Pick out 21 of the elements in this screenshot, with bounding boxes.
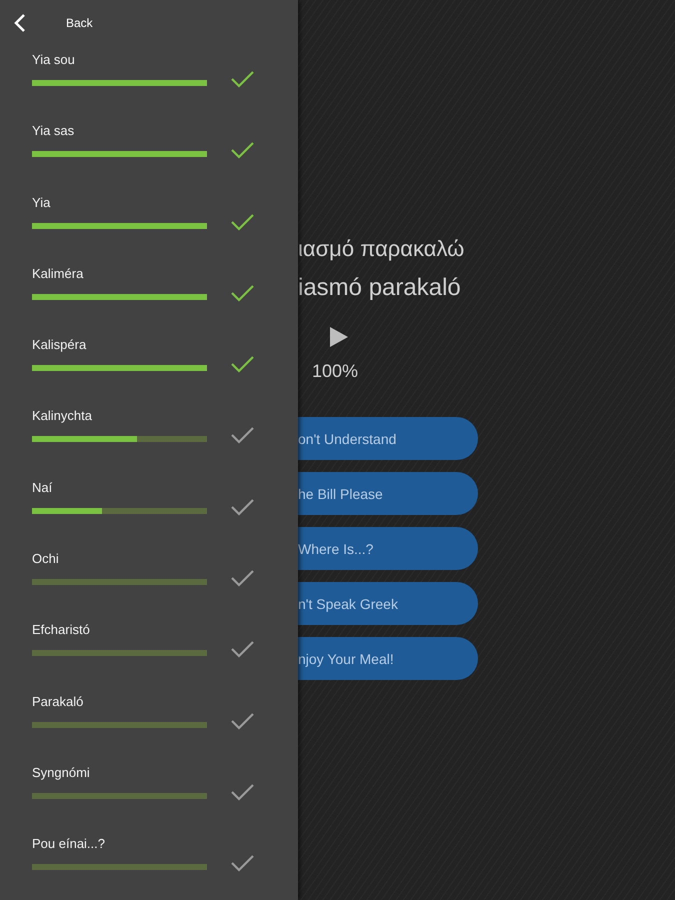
- answer-option[interactable]: Where Is...?: [298, 527, 478, 570]
- phrase-label[interactable]: Ochi: [32, 551, 59, 566]
- phrase-label[interactable]: Yia: [32, 194, 50, 210]
- phrase-label[interactable]: Kalinychta: [32, 408, 92, 424]
- answer-option[interactable]: n't Speak Greek: [298, 582, 478, 625]
- phrase-label[interactable]: Kaliméra: [32, 266, 84, 281]
- phrase-label[interactable]: Efcharistó: [32, 622, 90, 638]
- answer-option[interactable]: on't Understand: [298, 417, 478, 460]
- phrase-greek: ιασμό παρακαλώ: [298, 236, 466, 262]
- phrase-label[interactable]: Yia sas: [32, 123, 74, 138]
- progress-percent: 100%: [312, 361, 360, 382]
- phrase-label[interactable]: Syngnómi: [32, 764, 90, 780]
- phrase-label[interactable]: Kalispéra: [32, 337, 86, 352]
- phrase-transliteration: iasmó parakaló: [298, 274, 462, 302]
- back-button[interactable]: Back: [0, 13, 93, 33]
- phrase-label[interactable]: Yia sou: [32, 52, 75, 67]
- phrase-label[interactable]: Naí: [32, 480, 52, 495]
- phrase-label[interactable]: Pou eínai...?: [32, 836, 105, 852]
- answer-option[interactable]: he Bill Please: [298, 472, 478, 515]
- answer-option[interactable]: njoy Your Meal!: [298, 637, 478, 680]
- phrase-label[interactable]: Parakaló: [32, 694, 84, 709]
